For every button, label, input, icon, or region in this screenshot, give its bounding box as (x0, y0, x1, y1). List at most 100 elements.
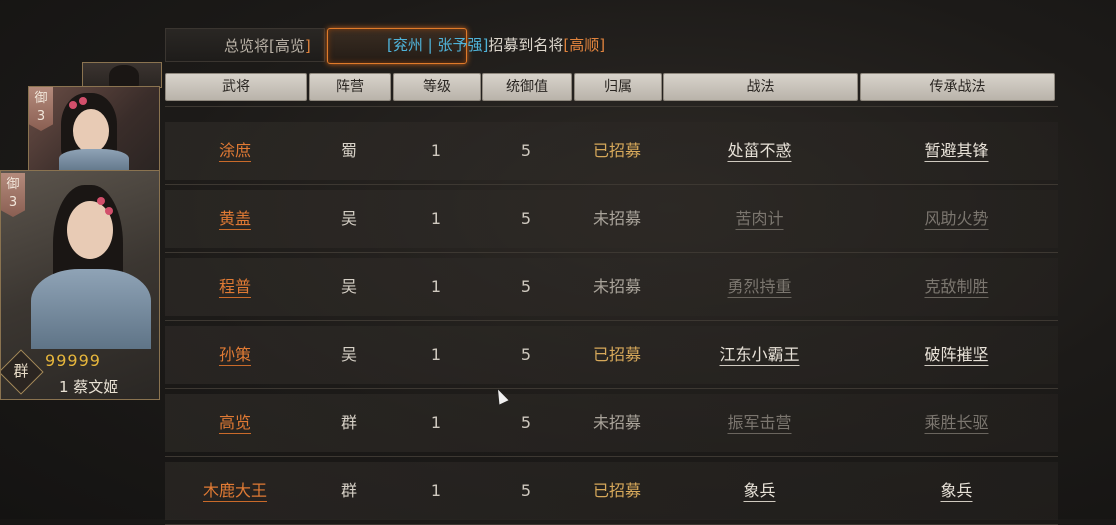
general-faction: 群 (340, 413, 357, 432)
general-faction: 吴 (340, 277, 357, 296)
table-row[interactable]: 孙策 吴 1 5 已招募 江东小霸王 破阵摧坚 (165, 324, 1058, 386)
tactic-link[interactable]: 振军击营 (727, 413, 791, 432)
header-tactic[interactable]: 战法 (663, 73, 858, 101)
row-divider (165, 184, 1058, 185)
header-general[interactable]: 武将 (165, 73, 307, 101)
inherited-tactic-link[interactable]: 乘胜长驱 (924, 413, 988, 432)
table-cell: 蜀 (309, 120, 389, 182)
table-cell: 5 (482, 392, 570, 454)
general-name-link[interactable]: 程普 (219, 277, 251, 296)
header-command[interactable]: 统御值 (482, 73, 572, 101)
table-cell: 1 (393, 460, 479, 522)
table-cell: 5 (482, 120, 570, 182)
table-cell: 乘胜长驱 (860, 392, 1053, 454)
table-cell: 象兵 (663, 460, 856, 522)
table-cell: 已招募 (574, 460, 660, 522)
header-faction[interactable]: 阵营 (309, 73, 391, 101)
general-faction: 群 (340, 481, 357, 500)
general-name-link[interactable]: 孙策 (219, 345, 251, 364)
general-name-link[interactable]: 黄盖 (219, 209, 251, 228)
hair-flower-icon (105, 207, 113, 215)
table-cell: 吴 (309, 324, 389, 386)
general-command: 5 (520, 141, 532, 160)
general-card-second[interactable]: 御3 (28, 86, 160, 173)
tactic-link[interactable]: 勇烈持重 (727, 277, 791, 296)
star-icon: 9 (45, 351, 57, 370)
inherited-tactic-link[interactable]: 暂避其锋 (924, 141, 988, 160)
table-cell: 1 (393, 324, 479, 386)
table-cell: 已招募 (574, 324, 660, 386)
table-cell: 群 (309, 392, 389, 454)
general-command: 5 (520, 277, 532, 296)
table-cell: 群 (309, 460, 389, 522)
portrait-hair (109, 65, 139, 87)
header-ownership[interactable]: 归属 (574, 73, 662, 101)
general-name-link[interactable]: 木鹿大王 (203, 481, 267, 500)
table-row[interactable]: 程普 吴 1 5 未招募 勇烈持重 克敌制胜 (165, 256, 1058, 318)
star-icon: 9 (67, 351, 79, 370)
tactic-link[interactable]: 江东小霸王 (719, 345, 799, 364)
broadcast-message: [兖州 | 张予强]招募到名将[高顺] (387, 28, 605, 62)
row-divider (165, 252, 1058, 253)
table-row[interactable]: 高览 群 1 5 未招募 振军击营 乘胜长驱 (165, 392, 1058, 454)
tactic-link[interactable]: 处菑不惑 (727, 141, 791, 160)
table-cell: 苦肉计 (663, 188, 856, 250)
general-faction: 吴 (340, 209, 357, 228)
table-cell: 程普 (165, 256, 305, 318)
table-cell: 1 (393, 392, 479, 454)
table-cell: 克敌制胜 (860, 256, 1053, 318)
broadcast-player[interactable]: 张予强 (437, 36, 482, 54)
hair-flower-icon (97, 197, 105, 205)
broadcast-target[interactable]: [高顺] (563, 36, 605, 54)
header-divider (165, 106, 1058, 107)
star-rating: 99999 (45, 351, 101, 370)
recruit-status: 未招募 (592, 413, 641, 432)
star-icon: 9 (56, 351, 68, 370)
broadcast-location: 兖州 (392, 36, 423, 54)
general-level: 1 (430, 345, 442, 364)
table-cell: 江东小霸王 (663, 324, 856, 386)
tactic-link[interactable]: 象兵 (743, 481, 775, 500)
table-cell: 勇烈持重 (663, 256, 856, 318)
rank-badge: 御3 (1, 173, 25, 217)
inherited-tactic-link[interactable]: 象兵 (940, 481, 972, 500)
general-level: 1 (430, 481, 442, 500)
general-faction: 吴 (340, 345, 357, 364)
table-cell: 吴 (309, 188, 389, 250)
header-inherited-tactic[interactable]: 传承战法 (860, 73, 1055, 101)
hair-flower-icon (69, 101, 77, 109)
tab-overview[interactable]: 总览将[高览] (165, 28, 325, 62)
inherited-tactic-link[interactable]: 克敌制胜 (924, 277, 988, 296)
inherited-tactic-link[interactable]: 破阵摧坚 (924, 345, 988, 364)
table-row[interactable]: 木鹿大王 群 1 5 已招募 象兵 象兵 (165, 460, 1058, 522)
table-cell: 孙策 (165, 324, 305, 386)
tactic-link[interactable]: 苦肉计 (735, 209, 783, 228)
table-cell: 1 (393, 120, 479, 182)
recruit-status: 已招募 (592, 481, 641, 500)
table-cell: 涂庶 (165, 120, 305, 182)
table-cell: 处菑不惑 (663, 120, 856, 182)
recruit-status: 已招募 (592, 141, 641, 160)
hair-flower-icon (79, 97, 87, 105)
table-cell: 破阵摧坚 (860, 324, 1053, 386)
broadcast-text: 招募到名将 (488, 36, 564, 54)
table-cell: 暂避其锋 (860, 120, 1053, 182)
faction-badge-label: 群 (13, 362, 29, 380)
table-cell: 木鹿大王 (165, 460, 305, 522)
general-card-selected[interactable]: 御3 99999 群 1 蔡文姬 (0, 170, 160, 400)
table-row[interactable]: 涂庶 蜀 1 5 已招募 处菑不惑 暂避其锋 (165, 120, 1058, 182)
row-divider (165, 456, 1058, 457)
general-name-link[interactable]: 涂庶 (219, 141, 251, 160)
general-level: 1 (430, 413, 442, 432)
header-level[interactable]: 等级 (393, 73, 481, 101)
table-cell: 吴 (309, 256, 389, 318)
table-row[interactable]: 黄盖 吴 1 5 未招募 苦肉计 风助火势 (165, 188, 1058, 250)
general-card-top[interactable] (82, 62, 162, 88)
table-cell: 振军击营 (663, 392, 856, 454)
inherited-tactic-link[interactable]: 风助火势 (924, 209, 988, 228)
table-cell: 5 (482, 324, 570, 386)
table-cell: 1 (393, 256, 479, 318)
tab-bar: 总览将[高览] [兖州 | 张予强]招募到名将[高顺] (165, 28, 1065, 64)
general-name-link[interactable]: 高览 (219, 413, 251, 432)
star-icon: 9 (78, 351, 90, 370)
